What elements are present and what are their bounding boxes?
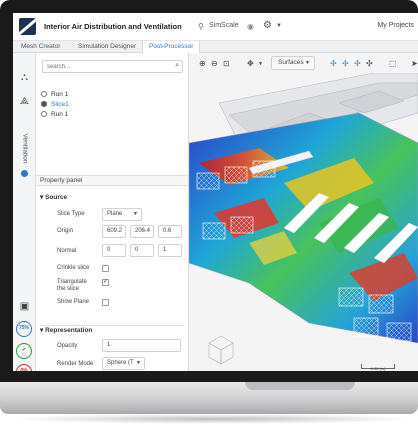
radio-icon xyxy=(41,111,47,117)
render-mode-select[interactable]: Sphere (T ▼ xyxy=(102,357,145,370)
chevron-down-icon[interactable]: ▼ xyxy=(258,61,263,67)
slice-type-label: Slice Type xyxy=(57,211,85,217)
representation-section-header[interactable]: ▾ Representation xyxy=(40,325,185,334)
left-icon-rail: ⛬ ⟁ Ventilation ▣ 75% ✔ 0% xyxy=(13,53,36,371)
source-section-header[interactable]: ▾ Source xyxy=(40,193,67,201)
triangulate-checkbox[interactable]: ✓ xyxy=(102,279,109,286)
organization-name[interactable]: SimScale xyxy=(209,22,239,29)
search-input[interactable] xyxy=(47,62,167,72)
active-indicator-icon xyxy=(21,170,28,177)
axis-z-icon[interactable]: ✢ xyxy=(354,59,361,68)
eye-icon[interactable]: ◉ xyxy=(247,22,254,31)
origin-label: Origin xyxy=(57,228,74,234)
tree-item-slice[interactable]: Slice1 xyxy=(41,100,69,110)
laptop-base xyxy=(0,382,418,414)
origin-y-field[interactable]: 206.4 xyxy=(130,225,154,238)
tab-simulation-designer[interactable]: Simulation Designer xyxy=(72,41,142,53)
tree-item-run[interactable]: Run 1 xyxy=(41,90,68,100)
surfaces-dropdown[interactable]: Surfaces ▼ xyxy=(271,56,315,70)
ventilation-label: Ventilation xyxy=(21,133,29,164)
tree-item-run[interactable]: Run 1 xyxy=(41,110,68,120)
job-queued-badge[interactable]: 0% xyxy=(16,364,32,371)
opacity-label: Opacity xyxy=(57,343,78,349)
normal-y-field[interactable]: 0 xyxy=(130,244,154,257)
crinkle-slice-checkbox[interactable] xyxy=(102,265,109,272)
organization-icon: ⚲ xyxy=(198,22,204,31)
simscale-logo[interactable] xyxy=(19,18,36,35)
show-plane-label: Show Plane xyxy=(57,299,90,305)
cursor-icon[interactable]: ➤ xyxy=(411,59,418,68)
chevron-down-icon[interactable]: ▼ xyxy=(276,23,282,29)
zoom-out-icon[interactable]: ⊖ xyxy=(211,59,218,68)
radio-selected-icon xyxy=(41,101,47,107)
laptop-bezel: Interior Air Distribution and Ventilatio… xyxy=(0,0,418,382)
normal-x-field[interactable]: 0 xyxy=(102,244,126,257)
app-screen: Interior Air Distribution and Ventilatio… xyxy=(13,13,418,371)
briefcase-icon[interactable]: ▣ xyxy=(18,300,31,313)
scale-bar-label: 4.00 (m) xyxy=(370,366,386,371)
zoom-fit-icon[interactable]: ⊡ xyxy=(223,59,230,68)
crinkle-slice-label: Crinkle slice xyxy=(57,265,90,271)
job-finished-badge[interactable]: ✔ xyxy=(16,343,32,359)
opacity-field[interactable]: 1 xyxy=(102,339,181,352)
search-icon[interactable]: ⌕ xyxy=(175,62,179,70)
job-progress-badge[interactable]: 75% xyxy=(16,321,32,337)
chevron-down-icon: ▼ xyxy=(305,60,310,66)
normal-label: Normal xyxy=(57,248,77,254)
top-bar: Interior Air Distribution and Ventilatio… xyxy=(13,13,418,41)
my-projects-link[interactable]: My Projects xyxy=(377,22,414,29)
property-panel-header: Property panel xyxy=(36,175,188,186)
viewport-toolbar: ⊕ ⊖ ⊡ ✥ ▼ Surfaces ▼ ✢ ✢ ✢ ✣ ⬚ ➤ xyxy=(189,53,418,73)
tab-mesh-creator[interactable]: Mesh Creator xyxy=(15,41,66,53)
gear-icon[interactable]: ⚙ xyxy=(263,20,272,31)
axis-x-icon[interactable]: ✢ xyxy=(330,59,337,68)
origin-z-field[interactable]: 0.6 xyxy=(158,225,182,238)
orientation-cube[interactable] xyxy=(208,335,234,365)
tab-bar: Mesh Creator Simulation Designer Post-Pr… xyxy=(13,41,418,54)
triangulate-label: Triangulate the slice xyxy=(57,279,87,292)
axis-y-icon[interactable]: ✢ xyxy=(342,59,349,68)
radio-icon xyxy=(41,91,47,97)
normal-z-field[interactable]: 1 xyxy=(158,244,182,257)
slice-type-select[interactable]: Plane ▼ xyxy=(102,208,142,221)
show-plane-checkbox[interactable] xyxy=(102,299,109,306)
cfd-scene[interactable] xyxy=(189,73,418,371)
render-mode-label: Render Mode xyxy=(57,361,94,367)
view-icon[interactable]: ✣ xyxy=(366,59,373,68)
laptop-notch xyxy=(245,382,355,390)
chevron-down-icon: ▼ xyxy=(133,211,138,217)
origin-x-field[interactable]: 609.2 xyxy=(102,225,126,238)
search-box: ⌕ xyxy=(42,60,183,73)
move-icon[interactable]: ✥ xyxy=(247,59,254,68)
screenshot-icon[interactable]: ⬚ xyxy=(389,59,397,68)
model-icon[interactable]: ⟁ xyxy=(18,95,31,108)
chevron-down-icon: ▼ xyxy=(136,360,141,366)
zoom-in-icon[interactable]: ⊕ xyxy=(199,59,206,68)
laptop-shadow xyxy=(10,414,418,424)
project-title: Interior Air Distribution and Ventilatio… xyxy=(44,22,182,31)
3d-viewport[interactable]: ⊕ ⊖ ⊡ ✥ ▼ Surfaces ▼ ✢ ✢ ✢ ✣ ⬚ ➤ 4.00 (m… xyxy=(189,53,418,371)
tree-structure-icon[interactable]: ⛬ xyxy=(18,71,31,84)
left-panel: ⌕ Run 1 Slice1 Run 1 Property panel ▾ So… xyxy=(36,53,189,371)
